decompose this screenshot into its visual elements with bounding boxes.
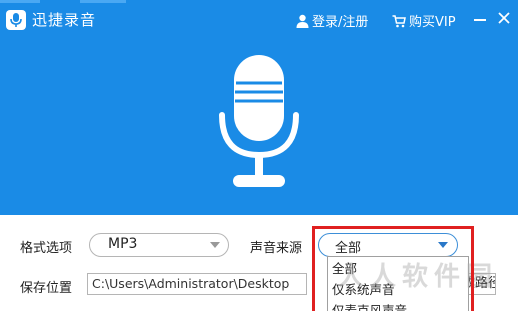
close-button[interactable]	[496, 10, 514, 28]
title-bar: 迅捷录音 登录/注册 购买VIP	[0, 3, 518, 35]
dropdown-option-all[interactable]: 全部	[329, 259, 465, 279]
buy-vip-label: 购买VIP	[409, 15, 456, 30]
sound-source-select[interactable]: 全部	[318, 233, 458, 257]
close-icon	[498, 12, 510, 24]
sound-source-label: 声音来源	[250, 241, 303, 256]
format-select[interactable]: MP3	[89, 233, 229, 257]
microphone-logo-icon	[6, 10, 26, 30]
buy-vip-link[interactable]: 购买VIP	[392, 11, 456, 30]
save-path-label: 保存位置	[20, 281, 73, 296]
user-icon	[296, 14, 309, 28]
minimize-button[interactable]	[472, 10, 490, 28]
chevron-down-icon	[210, 242, 220, 248]
sound-source-dropdown: 全部 仅系统声音 仅麦克风声音	[327, 256, 469, 311]
cart-icon	[392, 15, 406, 28]
login-register-link[interactable]: 登录/注册	[296, 11, 368, 30]
app-title: 迅捷录音	[32, 11, 97, 29]
format-value: MP3	[108, 236, 138, 252]
dropdown-option-mic-only[interactable]: 仅麦克风声音	[329, 301, 465, 311]
microphone-icon[interactable]	[214, 53, 304, 191]
format-label: 格式选项	[20, 241, 73, 256]
save-path-input[interactable]: C:\Users\Administrator\Desktop	[87, 273, 307, 295]
sound-source-value: 全部	[335, 241, 362, 256]
header-panel: 迅捷录音 登录/注册 购买VIP	[0, 0, 518, 215]
chevron-down-icon	[438, 242, 448, 248]
minimize-icon	[474, 19, 486, 21]
app-window: 迅捷录音 登录/注册 购买VIP 格式选项 MP3 声音来源 全部 保存位置 C…	[0, 0, 518, 311]
login-register-label: 登录/注册	[312, 15, 369, 30]
dropdown-option-system-only[interactable]: 仅系统声音	[329, 280, 465, 300]
